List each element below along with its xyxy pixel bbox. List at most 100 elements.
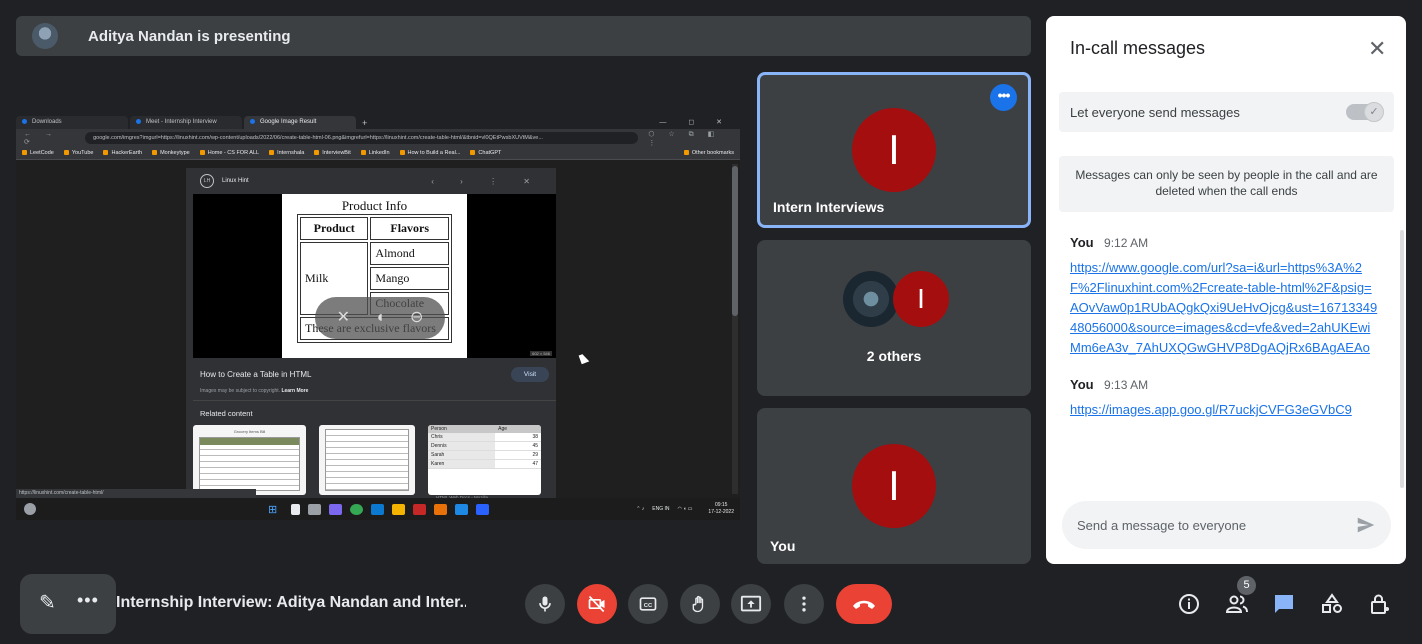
message-input[interactable] bbox=[1077, 515, 1347, 535]
viewer-header: LH Linux Hint ‹ › ⋮ ✕ bbox=[186, 168, 556, 194]
message-list: You 9:12 AM https://www.google.com/url?s… bbox=[1070, 234, 1380, 438]
chat-scrollbar[interactable] bbox=[1400, 230, 1404, 488]
folder-icon bbox=[392, 503, 405, 515]
raise-hand-button[interactable] bbox=[680, 584, 720, 624]
send-messages-toggle[interactable]: ✓ bbox=[1346, 102, 1384, 122]
status-url: https://linuxhint.com/create-table-html/ bbox=[16, 489, 256, 498]
lock-person-icon bbox=[1371, 594, 1389, 614]
bookmark: Internshala bbox=[269, 150, 304, 156]
microphone-icon bbox=[539, 596, 551, 612]
participant-name: You bbox=[770, 538, 796, 554]
send-icon[interactable] bbox=[1355, 514, 1377, 536]
flavor-cell: Mango bbox=[370, 267, 449, 290]
visit-button: Visit bbox=[511, 367, 549, 382]
shared-screen[interactable]: Downloads Meet - Internship Interview Go… bbox=[16, 114, 740, 520]
participant-tile-intern-interviews[interactable]: I ••• Intern Interviews bbox=[757, 72, 1031, 228]
app-icon bbox=[413, 503, 426, 515]
presenter-avatar bbox=[32, 23, 58, 49]
participant-tile-you[interactable]: I You bbox=[757, 408, 1031, 564]
image-title: How to Create a Table in HTML bbox=[200, 370, 312, 379]
bookmark: InterviewBit bbox=[314, 150, 350, 156]
store-icon bbox=[371, 503, 384, 515]
chat-button[interactable] bbox=[1270, 590, 1298, 618]
flavors-header: Flavors bbox=[370, 217, 449, 240]
image-viewer-panel: LH Linux Hint ‹ › ⋮ ✕ Product Info Produ… bbox=[186, 168, 556, 500]
more-icon[interactable]: ••• bbox=[77, 590, 99, 611]
browser-url: google.com/imgres?imgurl=https://linuxhi… bbox=[85, 132, 639, 144]
meeting-details-button[interactable] bbox=[1175, 590, 1203, 618]
network-icon: ◠ ◖ ▭ bbox=[677, 506, 693, 512]
bookmark: How to Build a Real... bbox=[400, 150, 461, 156]
hand-icon bbox=[692, 595, 704, 613]
activities-button[interactable] bbox=[1318, 590, 1346, 618]
browser-scrollbar bbox=[732, 164, 738, 494]
meeting-title: Internship Interview: Aditya Nandan and … bbox=[116, 594, 466, 611]
close-icon[interactable]: ✕ bbox=[1368, 36, 1386, 62]
browser-tab-google-image: Google Image Result bbox=[244, 116, 356, 129]
divider bbox=[193, 400, 556, 401]
participant-tile-others[interactable]: I 2 others bbox=[757, 240, 1031, 396]
presenting-text: Aditya Nandan is presenting bbox=[88, 27, 291, 45]
chrome-icon bbox=[350, 503, 363, 515]
chat-icon bbox=[1275, 595, 1293, 613]
more-options-button[interactable]: ••• bbox=[990, 84, 1017, 111]
message-time: 9:13 AM bbox=[1104, 378, 1149, 392]
present-screen-button[interactable] bbox=[731, 584, 771, 624]
browser-nav-icons: ← → ⟳ bbox=[24, 130, 58, 146]
bookmark: HackerEarth bbox=[103, 150, 142, 156]
extension-icons: ⬡ ☆ ⧉ ◧ ⋮ bbox=[648, 130, 721, 147]
others-label: 2 others bbox=[866, 348, 922, 364]
bookmarks-bar: LeetCode YouTube HackerEarth Monkeytype … bbox=[16, 147, 740, 160]
camera-off-button[interactable] bbox=[577, 584, 617, 624]
image-dimensions: 602 × 546 bbox=[530, 351, 552, 356]
messages-notice: Messages can only be seen by people in t… bbox=[1059, 156, 1394, 212]
bookmark: LinkedIn bbox=[361, 150, 390, 156]
camera-off-icon bbox=[588, 595, 605, 613]
activities-icon bbox=[1322, 593, 1342, 613]
panel-title: In-call messages bbox=[1070, 38, 1206, 58]
source-logo: LH bbox=[200, 174, 214, 188]
image-preview: Product Info Product Flavors Milk Almond… bbox=[193, 194, 556, 358]
tray-icons: ⌃ ♪ bbox=[636, 506, 645, 512]
flavor-cell: Almond bbox=[370, 242, 449, 265]
toggle-label: Let everyone send messages bbox=[1070, 105, 1240, 120]
windows-start-icon: ⊞ bbox=[268, 503, 278, 516]
host-controls-button[interactable] bbox=[1366, 590, 1394, 618]
people-icon bbox=[1225, 595, 1248, 613]
teams-icon bbox=[329, 503, 342, 515]
captions-button[interactable]: CC bbox=[628, 584, 668, 624]
windows-taskbar: ⊞ ⌃ ♪ ENG IN ◠ ◖ ▭ 09:15 17-12-2022 bbox=[16, 498, 740, 520]
window-controls: — ◻ ✕ bbox=[659, 119, 732, 126]
vscode-icon bbox=[455, 503, 468, 515]
mic-off-icon: ✕ bbox=[336, 309, 351, 326]
source-name: Linux Hint bbox=[222, 178, 249, 184]
related-content-label: Related content bbox=[200, 409, 253, 418]
weather-widget-icon bbox=[24, 503, 36, 515]
thumbnail-title: Grocery Items Bill bbox=[233, 429, 266, 434]
message-link[interactable]: https://images.app.goo.gl/R7uckjCVFG3eGV… bbox=[1070, 400, 1380, 420]
participant-avatar: I bbox=[852, 108, 936, 192]
calculator-icon bbox=[476, 503, 489, 515]
message: You 9:12 AM https://www.google.com/url?s… bbox=[1070, 234, 1380, 358]
bookmark: YouTube bbox=[64, 150, 94, 156]
unpin-icon[interactable]: ✎ bbox=[39, 590, 56, 615]
message-time: 9:12 AM bbox=[1104, 236, 1149, 250]
leave-call-button[interactable] bbox=[836, 584, 892, 624]
message-link[interactable]: https://www.google.com/url?sa=i&url=http… bbox=[1070, 258, 1380, 358]
viewer-controls: ‹ › ⋮ ✕ bbox=[431, 176, 542, 186]
more-vert-icon bbox=[802, 596, 806, 612]
more-options-button[interactable] bbox=[784, 584, 824, 624]
info-icon bbox=[1179, 594, 1199, 614]
related-thumbnail bbox=[319, 425, 415, 495]
muted-overlay: ✕ ◖ ⊖ bbox=[315, 297, 445, 339]
people-count-badge: 5 bbox=[1237, 576, 1256, 595]
microphone-button[interactable] bbox=[525, 584, 565, 624]
presenting-banner: Aditya Nandan is presenting bbox=[16, 16, 1031, 56]
other-bookmarks: Other bookmarks bbox=[684, 150, 734, 156]
svg-text:CC: CC bbox=[644, 603, 653, 609]
product-header: Product bbox=[300, 217, 369, 240]
participant-avatar: I bbox=[893, 271, 949, 327]
browser-tab-bar: Downloads Meet - Internship Interview Go… bbox=[16, 114, 740, 129]
remove-icon: ⊖ bbox=[409, 309, 424, 326]
related-thumbnail: Person Age Chris 38 Dennis 45 Sarah 29 Kare… bbox=[428, 425, 541, 495]
